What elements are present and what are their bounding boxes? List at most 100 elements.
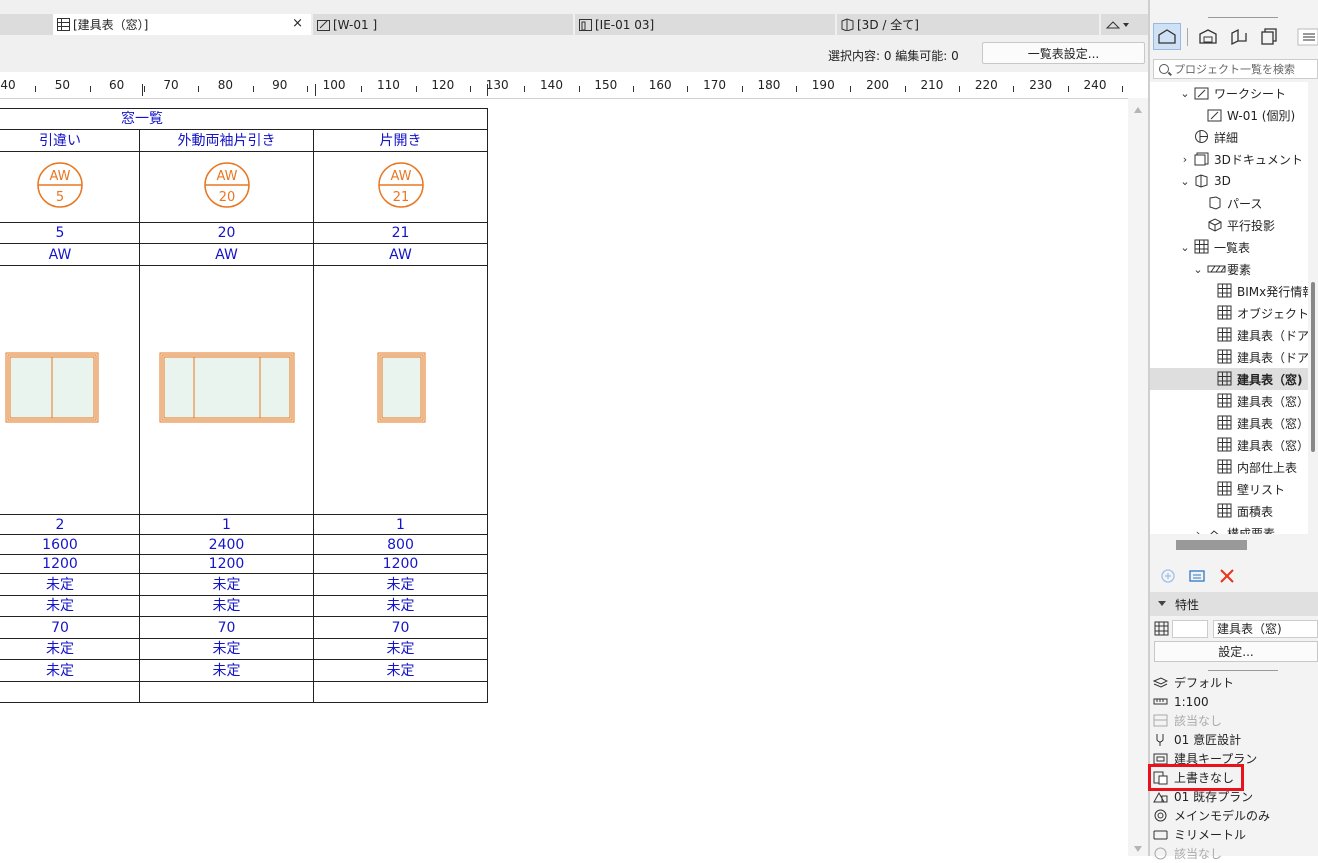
search-placeholder: プロジェクト一覧を検索 — [1174, 63, 1295, 76]
table-row: 未定 未定 未定 — [0, 573, 488, 596]
list-settings-button[interactable]: 一覧表設定... — [982, 42, 1145, 64]
view-setting-row[interactable]: ミリメートル — [1150, 825, 1318, 844]
toolbar-separator — [1187, 28, 1188, 46]
view-setting-row[interactable]: 01 意匠設計 — [1150, 730, 1318, 749]
tree-item[interactable]: › 3Dドキュメント — [1150, 148, 1308, 170]
ruler-tick — [796, 86, 798, 92]
view-map-icon[interactable] — [1197, 26, 1219, 48]
tree-item[interactable]: BIMx発行情報 — [1150, 280, 1308, 302]
schedule-grid-icon — [1217, 481, 1232, 496]
data-cell: 未定 — [139, 573, 314, 596]
tree-item[interactable]: 建具表（窓) — [1150, 368, 1308, 390]
tab-interior-elevation[interactable]: [IE-01 03] — [575, 14, 835, 35]
settings-button[interactable]: 設定... — [1154, 641, 1318, 662]
ruler-label: 130 — [485, 78, 509, 92]
table-row: 引違い 外動両袖片引き 片開き — [0, 129, 488, 152]
tree-item[interactable]: 建具表（窓）コ — [1150, 412, 1308, 434]
tab-worksheet[interactable]: [W-01 ] — [313, 14, 573, 35]
view-setting-row[interactable]: 該当なし — [1150, 844, 1318, 863]
tree-item[interactable]: 壁リスト — [1150, 478, 1308, 500]
schedule-grid-icon — [1217, 437, 1232, 452]
settings-list-icon[interactable] — [1188, 567, 1206, 585]
tab-hidden-left[interactable] — [0, 14, 53, 35]
tree-item[interactable]: W-01 (個別) — [1150, 104, 1308, 126]
menu-icon[interactable] — [1296, 26, 1318, 48]
ruler-tick — [904, 86, 906, 92]
view-setting-row[interactable]: 1:100 — [1150, 692, 1318, 711]
publisher-sets-icon[interactable] — [1258, 26, 1280, 48]
tab-3d[interactable]: [3D / 全て] — [837, 14, 1099, 35]
tree-item[interactable]: 建具表（ドア) — [1150, 324, 1308, 346]
scroll-thumb[interactable] — [1311, 282, 1315, 452]
scroll-up-icon[interactable] — [1134, 107, 1142, 113]
schedule-grid-icon — [1217, 459, 1232, 474]
table-row: 5 20 21 — [0, 222, 488, 244]
tree-horizontal-scrollbar[interactable] — [1176, 540, 1247, 550]
delete-icon[interactable] — [1218, 567, 1236, 585]
tree-item[interactable]: 建具表（窓）コ — [1150, 390, 1308, 412]
tree-item[interactable]: ⌄ ワークシート — [1150, 82, 1308, 104]
chevron-down-icon[interactable]: ⌄ — [1180, 87, 1190, 100]
axonometric-icon — [1208, 218, 1222, 232]
schedule-grid-icon — [1217, 349, 1232, 364]
chevron-right-icon[interactable]: › — [1180, 153, 1190, 166]
chevron-down-icon[interactable]: ⌄ — [1193, 263, 1203, 276]
tree-item[interactable]: 内部仕上表 — [1150, 456, 1308, 478]
tree-item[interactable]: 面積表 — [1150, 500, 1308, 522]
ruler-label: 190 — [811, 78, 835, 92]
tree-item[interactable]: オブジェクトリスト — [1150, 302, 1308, 324]
ruler-label: 180 — [757, 78, 781, 92]
panel-grip[interactable] — [1208, 17, 1278, 18]
name-field[interactable]: 建具表（窓) — [1213, 620, 1318, 638]
ruler-tick — [35, 86, 37, 92]
tab-schedule-window[interactable]: [建具表（窓）] × — [53, 14, 311, 35]
tree-item[interactable]: 建具表（ドア）_ — [1150, 346, 1308, 368]
horizontal-ruler: 40 50 60 70 80 90 100 110 120 130 140 150 160 170 180 1… — [0, 72, 1128, 99]
tree-item-label: 一覧表 — [1214, 240, 1251, 255]
tree-vertical-scrollbar[interactable] — [1308, 82, 1318, 534]
renovation-filter-icon — [1153, 791, 1168, 803]
chevron-down-icon[interactable]: ⌄ — [1180, 241, 1190, 254]
scroll-down-icon[interactable] — [1134, 846, 1142, 852]
ruler-label: 40 — [0, 78, 16, 92]
tree-item[interactable]: ⌄ 一覧表 — [1150, 236, 1308, 258]
tree-item[interactable]: ⌄ 3D — [1150, 170, 1308, 192]
panel-grip[interactable] — [1208, 670, 1278, 671]
tree-item[interactable]: › 構成要素 — [1150, 522, 1308, 534]
id-field[interactable] — [1172, 620, 1208, 638]
vertical-scrollbar[interactable] — [1128, 98, 1148, 856]
tree-item[interactable]: ⌄ 要素 — [1150, 258, 1308, 280]
view-setting-row[interactable]: 該当なし — [1150, 711, 1318, 730]
marker-cell: AW 20 — [139, 151, 314, 223]
tree-item[interactable]: 建具表（窓）_札 — [1150, 434, 1308, 456]
project-map-icon — [1158, 29, 1176, 44]
data-cell: 70 — [139, 616, 314, 639]
view-setting-label: 1:100 — [1174, 694, 1209, 709]
properties-title: 特性 — [1175, 597, 1200, 612]
tree-item[interactable]: 詳細 — [1150, 126, 1308, 148]
view-setting-label: 01 意匠設計 — [1174, 733, 1242, 747]
info-bar: 選択内容: 0 編集可能: 0 一覧表設定... — [0, 35, 1150, 72]
tab-overflow-button[interactable] — [1101, 14, 1150, 35]
chevron-right-icon[interactable]: › — [1193, 527, 1203, 535]
tree-item-label: 建具表（窓）コ — [1237, 394, 1308, 409]
table-row: 未定 未定 未定 — [0, 659, 488, 682]
tree-item[interactable]: パース — [1150, 192, 1308, 214]
close-icon[interactable]: × — [292, 16, 303, 31]
tree-item-label: 構成要素 — [1227, 526, 1276, 535]
highlight-frame — [1148, 764, 1244, 791]
view-setting-row[interactable]: メインモデルのみ — [1150, 806, 1318, 825]
layers-icon — [1153, 677, 1168, 688]
tree-item[interactable]: 平行投影 — [1150, 214, 1308, 236]
add-icon[interactable] — [1159, 567, 1177, 585]
layout-book-icon[interactable] — [1228, 26, 1250, 48]
ruler-label: 100 — [322, 78, 346, 92]
properties-header[interactable]: 特性 — [1150, 592, 1318, 616]
ruler-column-marker — [315, 84, 316, 96]
view-setting-row[interactable]: デフォルト — [1150, 673, 1318, 692]
detail-icon — [1195, 130, 1208, 143]
project-search-input[interactable]: プロジェクト一覧を検索 — [1153, 59, 1318, 79]
view-setting-label: メインモデルのみ — [1174, 809, 1271, 823]
number-cell: 20 — [139, 222, 314, 244]
chevron-down-icon[interactable]: ⌄ — [1180, 175, 1190, 188]
